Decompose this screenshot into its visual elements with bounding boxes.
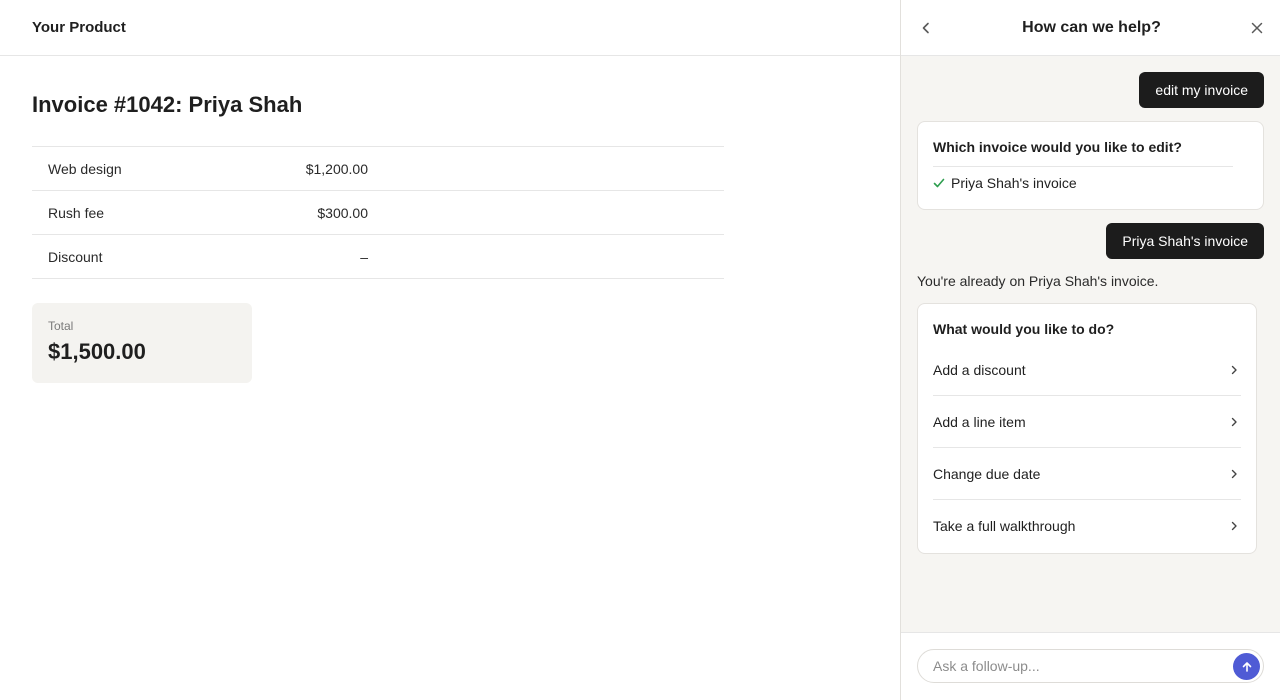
brand-name[interactable]: Your Product bbox=[32, 19, 126, 36]
chevron-left-icon[interactable] bbox=[917, 19, 935, 37]
actions-card: What would you like to do? Add a discoun… bbox=[917, 303, 1257, 554]
invoice-content: Invoice #1042: Priya Shah Web design $1,… bbox=[0, 90, 900, 383]
action-full-walkthrough[interactable]: Take a full walkthrough bbox=[933, 500, 1241, 552]
action-label: Add a line item bbox=[933, 413, 1026, 430]
arrow-up-icon bbox=[1242, 661, 1251, 672]
answer-text: Priya Shah's invoice bbox=[951, 175, 1077, 191]
chevron-right-icon bbox=[1227, 519, 1241, 533]
table-row: Rush fee $300.00 bbox=[32, 191, 724, 235]
action-label: Add a discount bbox=[933, 361, 1026, 378]
assistant-message: You're already on Priya Shah's invoice. bbox=[917, 273, 1159, 289]
divider bbox=[933, 166, 1233, 167]
total-value: $1,500.00 bbox=[48, 339, 146, 364]
total-card: Total $1,500.00 bbox=[32, 303, 252, 383]
user-message-row: edit my invoice bbox=[917, 72, 1264, 108]
main-app: Your Product Invoice #1042: Priya Shah W… bbox=[0, 0, 900, 700]
send-button[interactable] bbox=[1233, 653, 1260, 680]
follow-up-input[interactable] bbox=[918, 650, 1218, 682]
composer bbox=[901, 632, 1280, 700]
actions-card-title: What would you like to do? bbox=[933, 321, 1115, 337]
page-title: Invoice #1042: Priya Shah bbox=[32, 92, 303, 117]
action-change-due-date[interactable]: Change due date bbox=[933, 448, 1241, 500]
line-amount: – bbox=[360, 248, 368, 265]
line-description: Discount bbox=[48, 248, 103, 265]
top-bar: Your Product bbox=[0, 0, 900, 56]
chevron-right-icon bbox=[1227, 467, 1241, 481]
line-description: Rush fee bbox=[48, 204, 105, 221]
action-add-discount[interactable]: Add a discount bbox=[933, 344, 1241, 396]
user-message-row: Priya Shah's invoice bbox=[917, 223, 1264, 259]
action-add-line-item[interactable]: Add a line item bbox=[933, 396, 1241, 448]
chat-thread: edit my invoice Which invoice would you … bbox=[901, 56, 1280, 554]
total-label: Total bbox=[48, 319, 74, 333]
chevron-right-icon bbox=[1227, 363, 1241, 377]
user-message: Priya Shah's invoice bbox=[1106, 223, 1264, 259]
chevron-right-icon bbox=[1227, 415, 1241, 429]
line-amount: $300.00 bbox=[317, 204, 368, 221]
invoice-choice-card: Which invoice would you like to edit? Pr… bbox=[917, 121, 1264, 210]
action-list: Add a discount Add a line item Change du… bbox=[933, 344, 1241, 552]
help-panel-header: How can we help? bbox=[901, 0, 1280, 56]
selected-answer: Priya Shah's invoice bbox=[933, 175, 1247, 191]
check-icon bbox=[933, 177, 951, 189]
composer-box bbox=[917, 649, 1264, 683]
invoice-lines-table: Web design $1,200.00 Rush fee $300.00 Di… bbox=[32, 146, 724, 279]
user-message: edit my invoice bbox=[1139, 72, 1264, 108]
close-icon[interactable] bbox=[1248, 19, 1266, 37]
help-panel: How can we help? edit my invoice Which i… bbox=[900, 0, 1280, 700]
action-label: Take a full walkthrough bbox=[933, 518, 1076, 534]
help-panel-title: How can we help? bbox=[1022, 18, 1161, 36]
question-text: Which invoice would you like to edit? bbox=[933, 139, 1182, 155]
action-label: Change due date bbox=[933, 465, 1041, 482]
line-description: Web design bbox=[48, 160, 122, 177]
table-row: Discount – bbox=[32, 235, 724, 279]
table-row: Web design $1,200.00 bbox=[32, 147, 724, 191]
line-amount: $1,200.00 bbox=[305, 160, 368, 177]
